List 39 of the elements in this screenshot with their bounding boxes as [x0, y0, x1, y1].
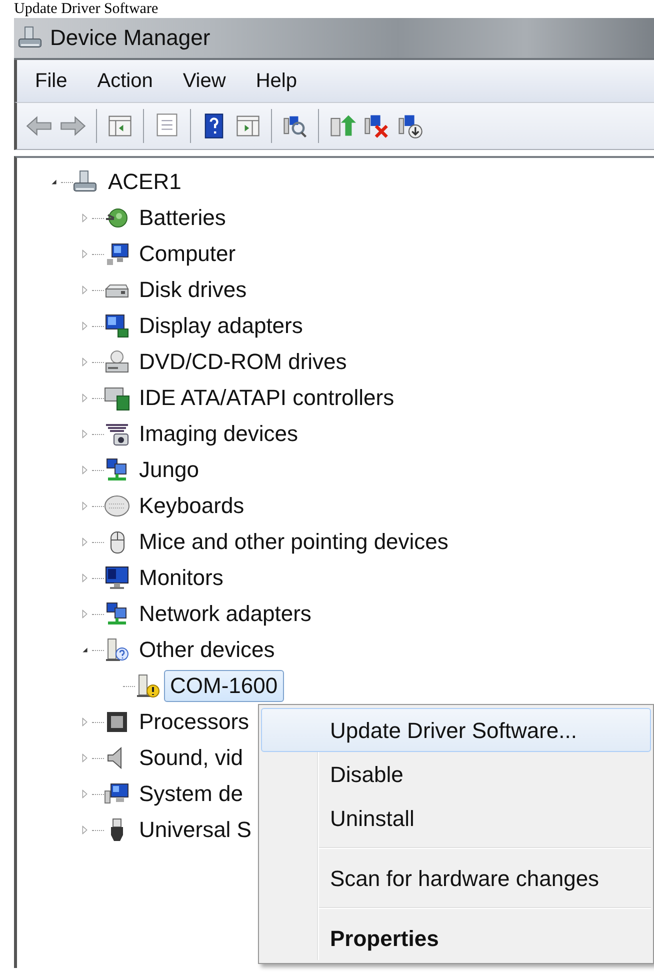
- device-cross-icon[interactable]: [362, 112, 390, 140]
- tree-item[interactable]: Display adapters: [133, 310, 309, 342]
- menu-item[interactable]: Action: [82, 66, 168, 96]
- tree-item[interactable]: Processors: [133, 706, 256, 738]
- menu-item[interactable]: Update Driver Software...: [261, 708, 651, 752]
- tree-item[interactable]: DVD/CD-ROM drives: [133, 346, 353, 378]
- controller-icon: [104, 385, 130, 411]
- window-title: Device Manager: [50, 25, 210, 51]
- tree-item[interactable]: ACER1: [102, 166, 188, 198]
- tree-item[interactable]: Other devices: [133, 634, 281, 666]
- tree-item[interactable]: Universal S: [133, 814, 258, 846]
- page-caption: Update Driver Software: [14, 1, 158, 17]
- menu-item[interactable]: Disable: [261, 752, 651, 796]
- tree-item[interactable]: Keyboards: [133, 490, 250, 522]
- tree-item[interactable]: Jungo: [133, 454, 205, 486]
- chip-icon: [104, 709, 130, 735]
- tree-item[interactable]: Imaging devices: [133, 418, 304, 450]
- menu-item[interactable]: View: [168, 66, 241, 96]
- menu-item[interactable]: Properties: [261, 916, 651, 960]
- tree-item[interactable]: Sound, vid: [133, 742, 249, 774]
- menu-item[interactable]: Scan for hardware changes: [261, 856, 651, 900]
- tree-item[interactable]: Monitors: [133, 562, 230, 594]
- tree-item[interactable]: Mice and other pointing devices: [133, 526, 454, 558]
- keyboard-icon: [104, 493, 130, 519]
- tree-item[interactable]: Batteries: [133, 202, 232, 234]
- down-arrow-icon[interactable]: [396, 112, 424, 140]
- tree-item[interactable]: System de: [133, 778, 249, 810]
- menu-item[interactable]: Help: [240, 66, 312, 96]
- tree-item[interactable]: Disk drives: [133, 274, 253, 306]
- menu-item[interactable]: File: [20, 66, 82, 96]
- camera-icon: [104, 421, 130, 447]
- tree-item[interactable]: COM-1600: [164, 670, 284, 702]
- tree-item[interactable]: IDE ATA/ATAPI controllers: [133, 382, 400, 414]
- menu-item[interactable]: Uninstall: [261, 796, 651, 840]
- tree-item[interactable]: Computer: [133, 238, 242, 270]
- disc-drive-icon: [104, 349, 130, 375]
- unknown-device-icon: [104, 637, 130, 663]
- tree-item[interactable]: Network adapters: [133, 598, 318, 630]
- warning-device-icon: [135, 673, 161, 699]
